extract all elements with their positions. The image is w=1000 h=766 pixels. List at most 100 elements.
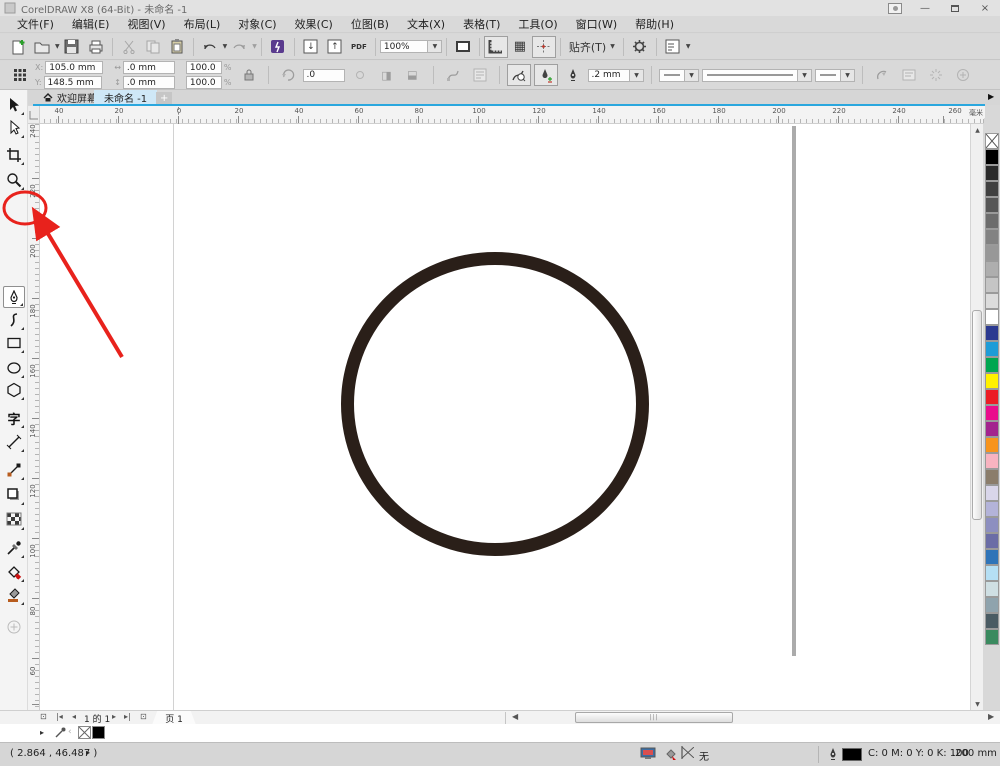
palette-swatch[interactable] (985, 517, 999, 533)
palette-swatch[interactable] (985, 245, 999, 261)
rotation-angle-input[interactable] (302, 68, 345, 82)
close-button[interactable]: × (974, 2, 996, 14)
outline-width-input[interactable] (587, 68, 630, 82)
application-launcher-caret[interactable]: ▼ (686, 43, 691, 50)
palette-swatch[interactable] (985, 165, 999, 181)
menu-item-help[interactable]: 帮助(H) (626, 15, 683, 33)
palette-swatch[interactable] (985, 341, 999, 357)
minimize-button[interactable]: — (914, 2, 936, 14)
last-page-button[interactable]: ▸| (124, 712, 131, 721)
scale-h-input[interactable] (185, 61, 222, 74)
object-width-input[interactable] (122, 61, 175, 74)
first-page-button[interactable]: |◂ (56, 712, 63, 721)
arrowhead-start-combo[interactable]: ▼ (658, 68, 699, 82)
pick-tool[interactable] (3, 94, 25, 116)
freehand-pen-tool[interactable] (3, 286, 25, 308)
menu-item-bitmaps[interactable]: 位图(B) (342, 15, 398, 33)
docpal-no-fill-swatch[interactable] (78, 726, 91, 739)
add-page-icon[interactable]: ⊡ (140, 712, 147, 721)
next-page-button[interactable]: ▸ (112, 712, 116, 721)
palette-swatch[interactable] (985, 469, 999, 485)
tab-document[interactable]: 未命名 -1 (94, 90, 158, 105)
palette-swatch[interactable] (985, 453, 999, 469)
palette-swatch[interactable] (985, 565, 999, 581)
line-style-caret[interactable]: ▼ (797, 68, 812, 82)
text-properties-button[interactable] (897, 64, 921, 86)
menu-item-text[interactable]: 文本(X) (398, 15, 454, 33)
palette-swatch[interactable] (985, 229, 999, 245)
mirror-horizontal-button[interactable]: ◨ (375, 64, 399, 86)
x-position-input[interactable] (45, 61, 104, 74)
palette-swatch[interactable] (985, 613, 999, 629)
palette-swatch[interactable] (985, 181, 999, 197)
open-button[interactable] (30, 36, 54, 58)
y-position-input[interactable] (43, 76, 102, 89)
menu-item-view[interactable]: 视图(V) (118, 15, 174, 33)
palette-swatch[interactable] (985, 629, 999, 645)
search-content-button[interactable] (266, 36, 290, 58)
account-button[interactable] (884, 2, 906, 14)
polygon-tool[interactable] (3, 379, 25, 401)
snap-to-dropdown[interactable]: 贴齐(T) ▼ (565, 39, 619, 55)
smart-fill-tool[interactable] (3, 584, 25, 606)
color-eyedropper-tool[interactable] (3, 537, 25, 559)
palette-swatch[interactable] (985, 501, 999, 517)
shape-tool[interactable] (3, 117, 25, 139)
snap-off-button[interactable] (924, 64, 948, 86)
horizontal-ruler[interactable]: 40 20 0 20 40 60 80 100 120 140 160 180 … (40, 106, 985, 124)
drawn-circle-shape[interactable] (341, 252, 649, 556)
palette-swatch[interactable] (985, 149, 999, 165)
drawing-canvas[interactable] (40, 124, 970, 710)
outline-width-caret[interactable]: ▼ (629, 68, 644, 82)
docpal-scroll-left[interactable]: ‹ (68, 727, 72, 737)
menu-item-effects[interactable]: 效果(C) (286, 15, 342, 33)
palette-swatch[interactable] (985, 485, 999, 501)
zoom-level-caret[interactable]: ▼ (427, 40, 442, 53)
scale-v-input[interactable] (185, 76, 222, 89)
zoom-level-combo[interactable]: ▼ (379, 40, 442, 53)
palette-swatch[interactable] (985, 533, 999, 549)
palette-swatch[interactable] (985, 325, 999, 341)
publish-pdf-button[interactable]: PDF (347, 36, 371, 58)
ruler-origin-corner[interactable] (28, 106, 40, 124)
palette-swatch[interactable] (985, 277, 999, 293)
status-expand-arrow[interactable]: ▸ (86, 748, 90, 757)
parallel-dimension-tool[interactable] (3, 431, 25, 453)
tab-scroll-right[interactable]: ▶ (988, 92, 994, 101)
object-height-input[interactable] (122, 76, 175, 89)
palette-swatch[interactable] (985, 373, 999, 389)
palette-swatch[interactable] (985, 293, 999, 309)
outline-position-button[interactable] (533, 64, 558, 86)
new-tab-button[interactable]: + (156, 92, 173, 104)
menu-item-window[interactable]: 窗口(W) (567, 15, 626, 33)
page-docker-icon[interactable]: ⊡ (40, 712, 47, 721)
hscroll-right-arrow[interactable]: ▶ (988, 712, 994, 721)
redo-button[interactable] (227, 36, 251, 58)
zoom-tool[interactable] (3, 169, 25, 191)
palette-swatch[interactable] (985, 261, 999, 277)
add-preset-button[interactable] (951, 64, 975, 86)
palette-no-fill-swatch[interactable] (985, 133, 999, 149)
menu-item-file[interactable]: 文件(F) (8, 15, 63, 33)
palette-swatch[interactable] (985, 421, 999, 437)
arrowhead-end-caret[interactable]: ▼ (840, 68, 855, 82)
text-tool[interactable]: 字 (3, 407, 25, 429)
palette-swatch[interactable] (985, 197, 999, 213)
copy-button[interactable] (141, 36, 165, 58)
palette-swatch[interactable] (985, 213, 999, 229)
artistic-media-tool[interactable] (3, 309, 25, 331)
mirror-vertical-button[interactable]: ◨ (402, 64, 426, 86)
color-proof-icon[interactable] (640, 747, 656, 760)
restore-button[interactable] (944, 2, 966, 14)
new-document-button[interactable] (6, 36, 30, 58)
rectangle-tool[interactable] (3, 332, 25, 354)
palette-swatch[interactable] (985, 581, 999, 597)
cut-button[interactable] (117, 36, 141, 58)
menu-item-layout[interactable]: 布局(L) (175, 15, 230, 33)
connector-tool[interactable] (3, 459, 25, 481)
close-curve-button[interactable] (870, 64, 894, 86)
border-and-grommet-button[interactable] (506, 64, 531, 86)
menu-item-table[interactable]: 表格(T) (454, 15, 509, 33)
drop-shadow-tool[interactable] (3, 484, 25, 506)
interactive-fill-tool[interactable] (3, 561, 25, 583)
